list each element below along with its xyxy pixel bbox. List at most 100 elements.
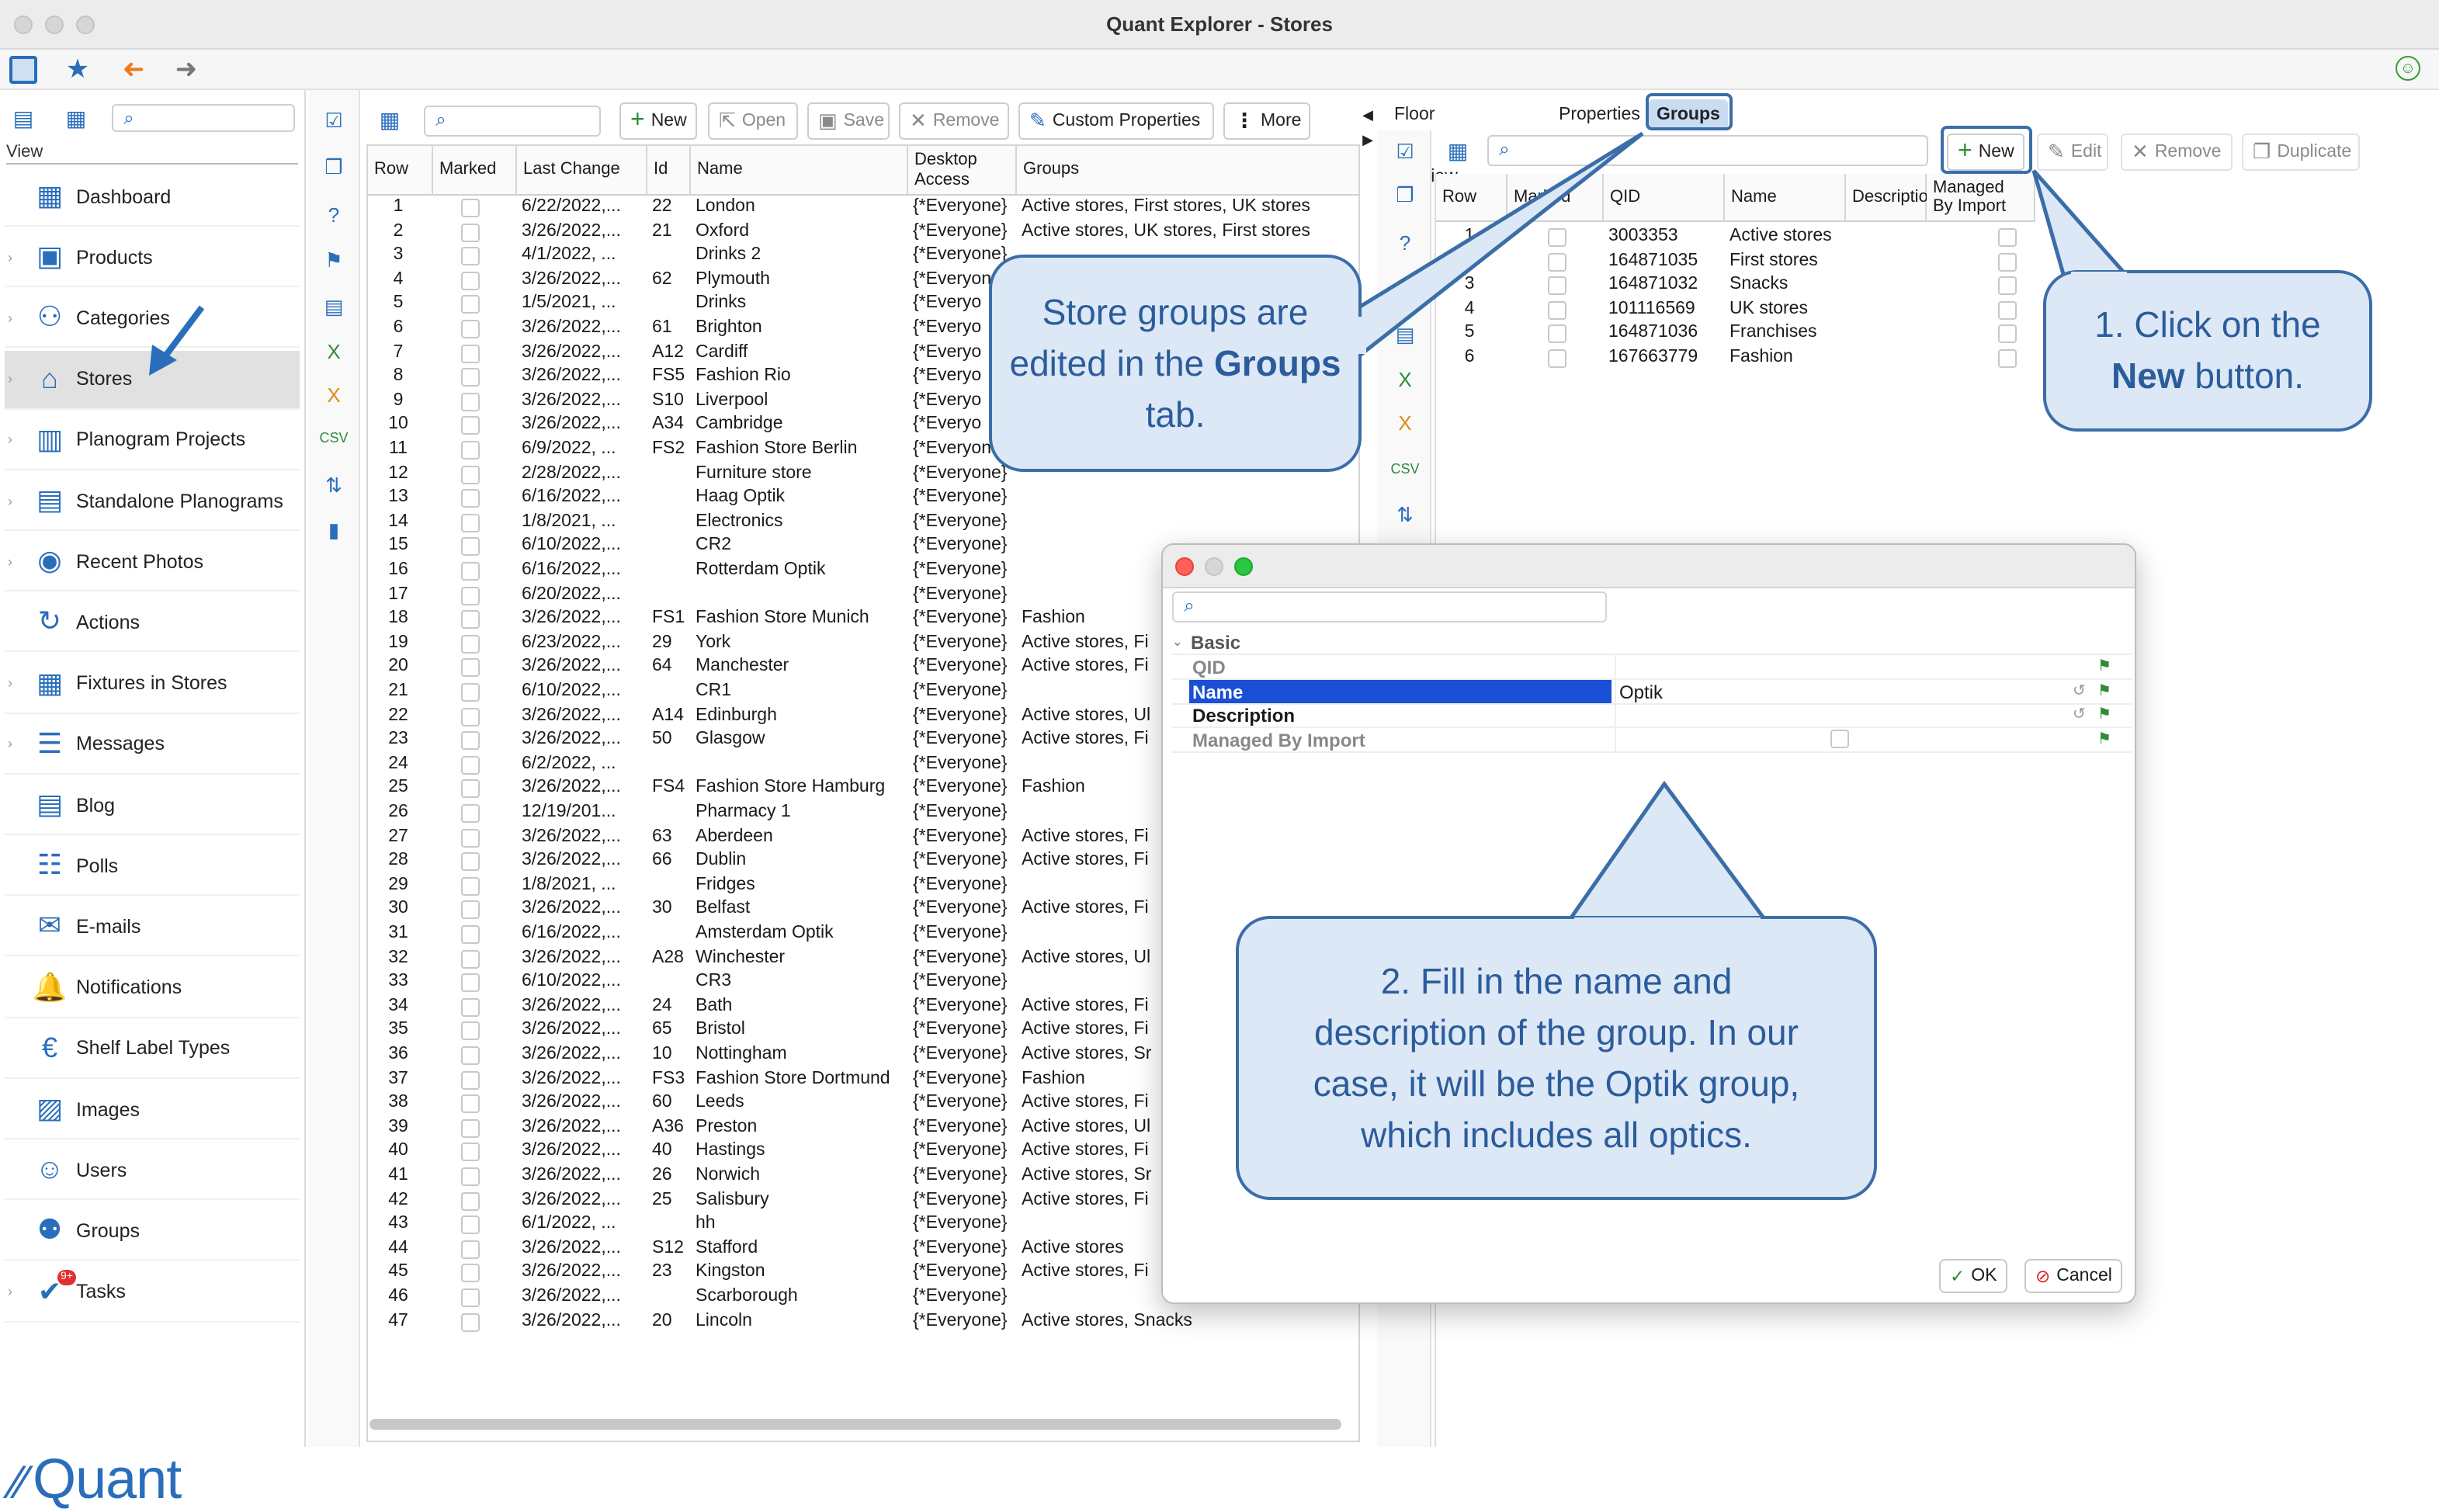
column-header-desktop-access[interactable]: Desktop Access (908, 146, 1017, 196)
column-header-id[interactable]: Id (647, 146, 691, 196)
mark-icon[interactable]: ☑ (1390, 137, 1421, 168)
marked-checkbox[interactable] (461, 658, 480, 678)
sidebar-item-products[interactable]: › ▣ Products (5, 228, 300, 288)
marked-checkbox[interactable] (461, 247, 480, 266)
marked-checkbox[interactable] (461, 1167, 480, 1186)
star-icon[interactable]: ★ (62, 54, 93, 85)
marked-checkbox[interactable] (461, 876, 480, 896)
marked-checkbox[interactable] (461, 610, 480, 629)
managed-by-import-checkbox[interactable] (1830, 730, 1849, 749)
sidebar-item-actions[interactable]: ↻ Actions (5, 594, 300, 653)
pin-icon[interactable]: ⚑ (2097, 679, 2111, 704)
column-header-name[interactable]: Name (1725, 174, 1846, 222)
marked-checkbox[interactable] (461, 1313, 480, 1332)
marked-checkbox[interactable] (461, 973, 480, 993)
collapse-right-icon[interactable]: ▶ (1362, 130, 1374, 149)
table-row[interactable]: 1 3003353 Active stores (1436, 225, 2430, 249)
marked-checkbox[interactable] (461, 1264, 480, 1283)
sidebar-item-stores[interactable]: › ⌂ Stores (5, 350, 300, 410)
sidebar-item-fixtures-in-stores[interactable]: › ▦ Fixtures in Stores (5, 654, 300, 714)
marked-checkbox[interactable] (461, 755, 480, 775)
property-row-managed-by-import[interactable]: Managed By Import ⚑ (1172, 728, 2132, 754)
sidebar-item-polls[interactable]: ☷ Polls (5, 837, 300, 896)
table-row[interactable]: 13 6/16/2022,... Haag Optik {*Everyone} (368, 486, 1358, 510)
column-header-qid[interactable]: QID (1604, 174, 1725, 222)
copy-icon[interactable]: ❐ (318, 152, 349, 183)
managed-by-import-checkbox[interactable] (1998, 349, 2017, 368)
property-row-description[interactable]: Description ↺ ⚑ (1172, 703, 2132, 729)
marked-checkbox[interactable] (461, 828, 480, 848)
chevron-right-icon[interactable]: › (8, 310, 12, 326)
property-row-name[interactable]: Name Optik ↺ ⚑ (1172, 679, 2132, 705)
excel-export-icon[interactable]: X (1390, 363, 1421, 394)
sidebar-item-groups[interactable]: ⚉ Groups (5, 1202, 300, 1261)
marked-checkbox[interactable] (461, 199, 480, 217)
property-row-qid[interactable]: QID ⚑ (1172, 655, 2132, 680)
marked-checkbox[interactable] (461, 295, 480, 314)
sidebar-item-blog[interactable]: ▤ Blog (5, 776, 300, 835)
marked-checkbox[interactable] (461, 1094, 480, 1114)
marked-checkbox[interactable] (461, 537, 480, 557)
transfer-icon[interactable]: ⇅ (1390, 500, 1421, 531)
marked-checkbox[interactable] (461, 997, 480, 1017)
sidebar-search-input[interactable]: ⌕ (112, 104, 295, 132)
marked-checkbox[interactable] (461, 562, 480, 581)
tab-properties[interactable]: Properties (1551, 99, 1648, 130)
table-row[interactable]: 2 3/26/2022,... 21 Oxford {*Everyone} Active … (368, 220, 1358, 244)
column-header-row[interactable]: Row (1436, 174, 1507, 222)
sidebar-item-notifications[interactable]: 🔔 Notifications (5, 959, 300, 1018)
marked-checkbox[interactable] (461, 731, 480, 751)
horizontal-scrollbar[interactable] (369, 1419, 1341, 1430)
sidebar-item-messages[interactable]: › ☰ Messages (5, 716, 300, 775)
csv-icon[interactable]: CSV (1390, 453, 1421, 484)
property-value-input[interactable] (1615, 703, 2049, 727)
chevron-right-icon[interactable]: › (8, 675, 12, 691)
property-value-input[interactable] (1615, 655, 2049, 678)
marked-checkbox[interactable] (461, 368, 480, 387)
marked-checkbox[interactable] (461, 344, 480, 363)
copy-icon[interactable]: ❐ (1390, 180, 1421, 211)
chevron-right-icon[interactable]: › (8, 1284, 12, 1299)
marked-checkbox[interactable] (461, 1191, 480, 1211)
managed-by-import-checkbox[interactable] (1998, 324, 2017, 344)
managed-by-import-checkbox[interactable] (1998, 276, 2017, 296)
marked-checkbox[interactable] (1548, 276, 1566, 296)
marked-checkbox[interactable] (461, 804, 480, 823)
groups-duplicate-button[interactable]: ❐ Duplicate (2242, 134, 2360, 171)
marked-checkbox[interactable] (461, 1143, 480, 1162)
marked-checkbox[interactable] (461, 925, 480, 944)
collapse-left-icon[interactable]: ◀ (1362, 106, 1374, 124)
chevron-right-icon[interactable]: › (8, 249, 12, 265)
sidebar-item-recent-photos[interactable]: › ◉ Recent Photos (5, 532, 300, 592)
tab-floor-plan-preview[interactable]: Floor Plan Preview (1386, 99, 1466, 186)
table-row[interactable]: 1 6/22/2022,... 22 London {*Everyone} Active … (368, 196, 1358, 220)
sidebar-item-shelf-label-types[interactable]: € Shelf Label Types (5, 1020, 300, 1079)
marked-checkbox[interactable] (461, 1046, 480, 1065)
sidebar-item-e-mails[interactable]: ✉ E-mails (5, 898, 300, 957)
column-header-name[interactable]: Name (691, 146, 908, 196)
marked-checkbox[interactable] (461, 634, 480, 654)
groups-search-input[interactable]: ⌕ (1487, 135, 1928, 166)
sidebar-item-categories[interactable]: › ⚇ Categories (5, 290, 300, 349)
open-button[interactable]: ⇱ Open (708, 102, 798, 140)
back-arrow-icon[interactable]: ➜ (118, 54, 149, 85)
sidebar-item-users[interactable]: ☺ Users (5, 1141, 300, 1201)
marked-checkbox[interactable] (1548, 252, 1566, 272)
column-header-managed-by-import[interactable]: Managed By Import (1927, 174, 2035, 222)
chevron-right-icon[interactable]: › (8, 371, 12, 387)
remove-button[interactable]: ✕ Remove (899, 102, 1009, 140)
help-icon[interactable]: ? (318, 199, 349, 230)
marked-checkbox[interactable] (461, 1240, 480, 1259)
sidebar-item-planogram-projects[interactable]: › ▥ Planogram Projects (5, 411, 300, 470)
collapse-tree-icon[interactable]: ▤ (9, 104, 37, 132)
dialog-search-input[interactable]: ⌕ (1172, 591, 1607, 622)
stores-search-input[interactable]: ⌕ (424, 106, 601, 137)
marked-checkbox[interactable] (461, 1070, 480, 1090)
table-settings-icon[interactable]: ▦ (62, 104, 90, 132)
marked-checkbox[interactable] (461, 465, 480, 484)
sidebar-item-standalone-planograms[interactable]: › ▤ Standalone Planograms (5, 472, 300, 531)
column-settings-icon[interactable]: ▦ (376, 106, 404, 134)
marked-checkbox[interactable] (461, 707, 480, 727)
column-settings-icon[interactable]: ▦ (1444, 137, 1472, 165)
more-button[interactable]: ⋮ More (1223, 102, 1310, 140)
